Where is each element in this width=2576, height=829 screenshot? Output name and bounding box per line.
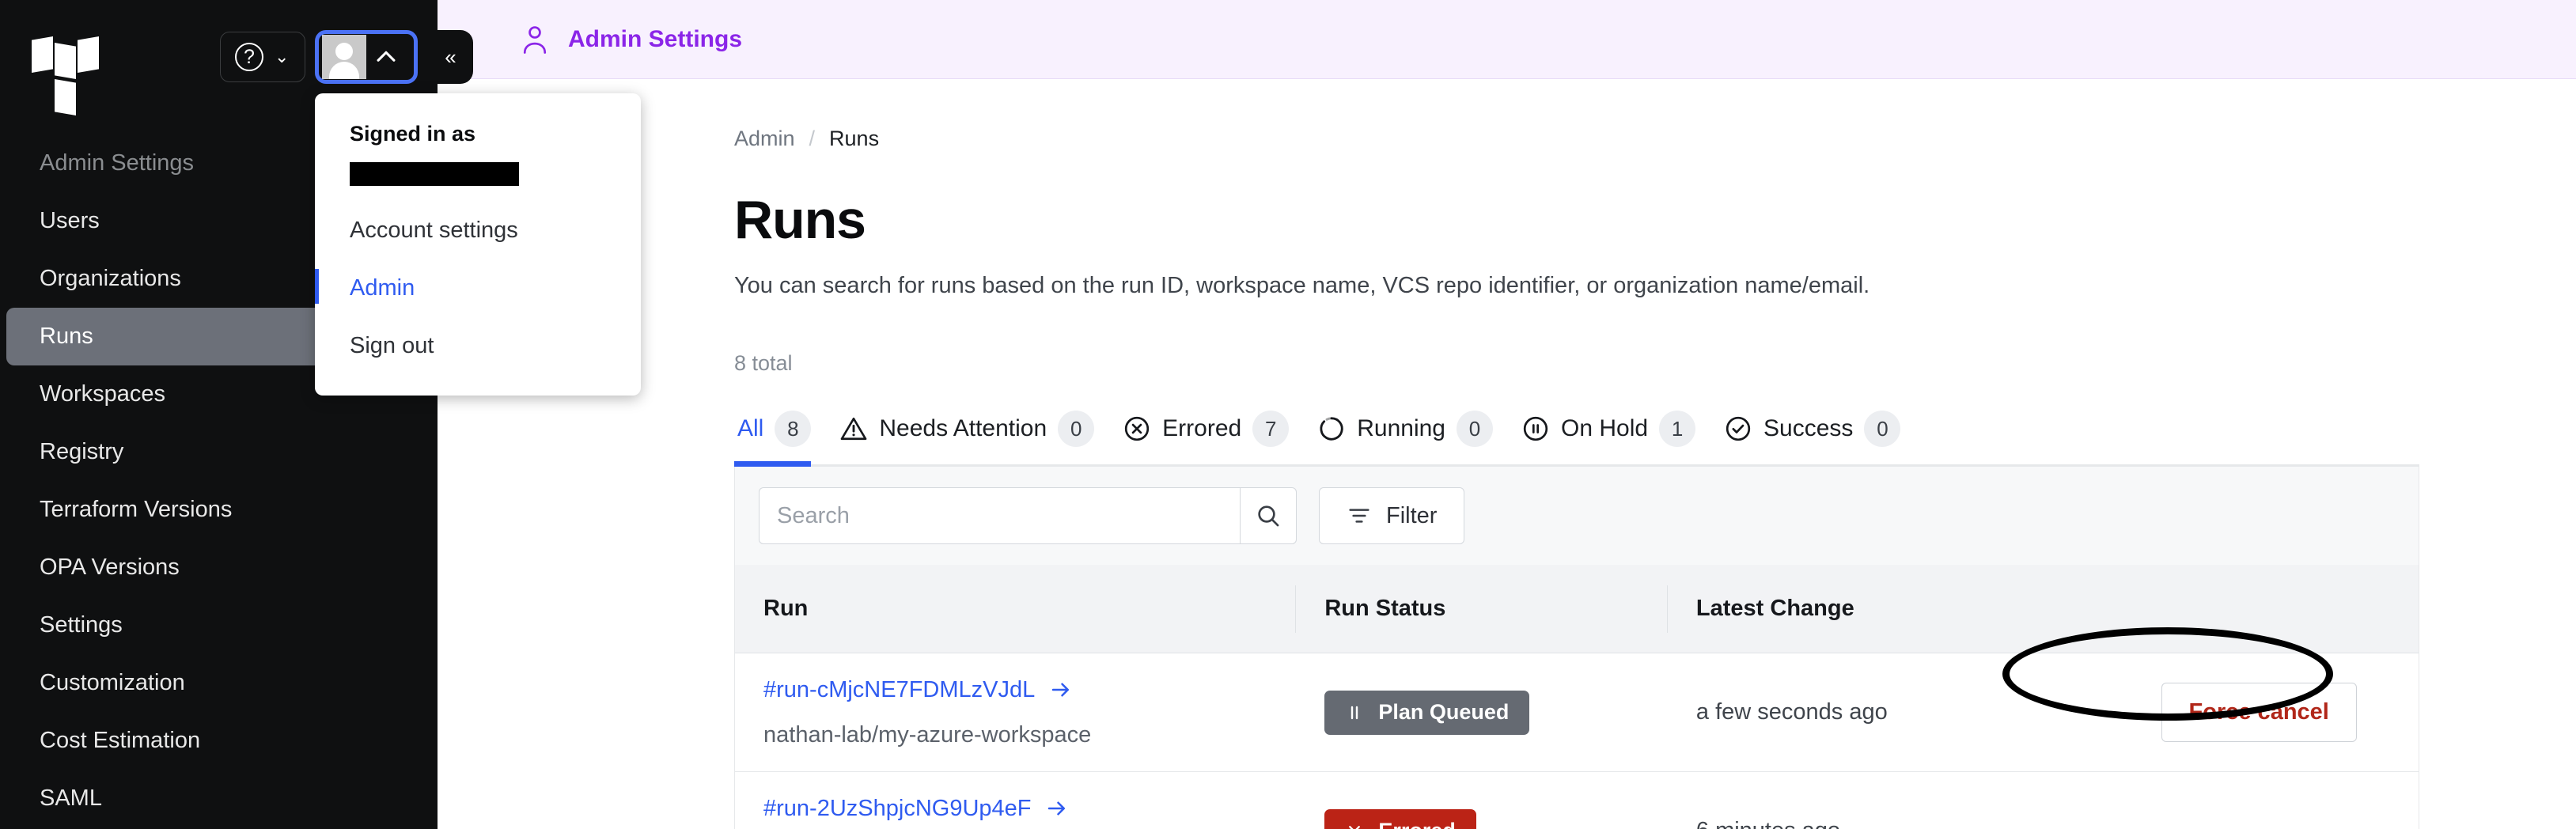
admin-settings-banner-label: Admin Settings	[568, 26, 742, 53]
breadcrumb-runs: Runs	[829, 127, 879, 151]
x-circle-icon	[1123, 414, 1151, 443]
help-menu-button[interactable]: ? ⌄	[220, 32, 305, 82]
tab-on-hold[interactable]: On Hold 1	[1513, 411, 1716, 464]
terraform-logo-icon[interactable]	[32, 27, 93, 93]
run-id-label: #run-cMjcNE7FDMLzVJdL	[763, 677, 1035, 703]
column-header-run-status: Run Status	[1296, 585, 1668, 633]
table-toolbar: Filter	[734, 467, 2419, 565]
tab-running[interactable]: Running 0	[1309, 411, 1513, 464]
search-submit-button[interactable]	[1240, 487, 1297, 544]
person-icon	[521, 24, 549, 55]
table-header-row: Run Run Status Latest Change	[735, 565, 2419, 653]
tab-all-label: All	[737, 415, 763, 442]
signed-in-as-label: Signed in as	[315, 114, 641, 156]
tab-on-hold-count: 1	[1659, 411, 1695, 447]
page-description: You can search for runs based on the run…	[734, 273, 2576, 299]
filter-button[interactable]: Filter	[1319, 487, 1464, 544]
tab-errored-label: Errored	[1162, 415, 1241, 442]
run-cell: #run-2UzShpjcNG9Up4eF nathan-lab/my-azur…	[735, 796, 1296, 829]
search-group	[759, 487, 1297, 544]
sidebar-item-registry[interactable]: Registry	[6, 423, 431, 481]
pause-icon	[1345, 703, 1364, 722]
status-badge-label: Errored	[1378, 819, 1456, 829]
page-title: Runs	[734, 189, 2576, 251]
run-cell: #run-cMjcNE7FDMLzVJdL nathan-lab/my-azur…	[735, 677, 1296, 748]
check-circle-icon	[1724, 414, 1752, 443]
avatar	[322, 35, 366, 79]
arrow-right-icon	[1045, 797, 1069, 820]
status-tabs: All 8 Needs Attention 0 Errored 7	[734, 411, 2419, 467]
username-redacted	[350, 162, 519, 186]
main-content: Admin / Runs Runs You can search for run…	[438, 79, 2576, 829]
menu-item-sign-out[interactable]: Sign out	[315, 317, 641, 375]
tab-all-count: 8	[775, 411, 811, 447]
tab-on-hold-label: On Hold	[1561, 415, 1648, 442]
workspace-label: nathan-lab/my-azure-workspace	[763, 722, 1296, 748]
sidebar-item-cost-estimation[interactable]: Cost Estimation	[6, 712, 431, 770]
status-badge: Plan Queued	[1324, 691, 1529, 735]
force-cancel-button[interactable]: Force cancel	[2161, 683, 2357, 742]
status-badge: Errored	[1324, 809, 1476, 829]
breadcrumb-admin[interactable]: Admin	[734, 127, 795, 151]
tab-errored[interactable]: Errored 7	[1115, 411, 1309, 464]
run-link[interactable]: #run-2UzShpjcNG9Up4eF	[763, 796, 1296, 822]
tab-needs-attention-count: 0	[1058, 411, 1094, 447]
latest-change-cell: a few seconds ago	[1668, 699, 2071, 725]
menu-item-account-settings[interactable]: Account settings	[315, 202, 641, 259]
sidebar-item-settings[interactable]: Settings	[6, 596, 431, 654]
column-header-latest-change: Latest Change	[1668, 585, 2419, 633]
tab-needs-attention-label: Needs Attention	[879, 415, 1047, 442]
header-controls: ? ⌄ «	[220, 30, 473, 84]
sidebar-item-terraform-versions[interactable]: Terraform Versions	[6, 481, 431, 539]
tab-running-count: 0	[1457, 411, 1493, 447]
tab-all[interactable]: All 8	[734, 411, 832, 464]
warning-triangle-icon	[839, 414, 868, 443]
arrow-right-icon	[1049, 678, 1073, 702]
sidebar-item-customization[interactable]: Customization	[6, 654, 431, 712]
tab-running-label: Running	[1357, 415, 1445, 442]
row-actions-cell: Force cancel	[2070, 683, 2419, 742]
tab-needs-attention[interactable]: Needs Attention 0	[832, 411, 1115, 464]
tab-success-label: Success	[1763, 415, 1853, 442]
tab-success[interactable]: Success 0	[1716, 411, 1921, 464]
status-badge-label: Plan Queued	[1378, 700, 1509, 725]
runs-table: Run Run Status Latest Change #run-cMjcNE…	[734, 565, 2419, 829]
run-id-label: #run-2UzShpjcNG9Up4eF	[763, 796, 1031, 822]
pause-circle-icon	[1521, 414, 1550, 443]
filter-icon	[1347, 503, 1372, 528]
collapse-sidebar-button[interactable]: «	[427, 30, 473, 84]
spinner-icon	[1317, 414, 1346, 443]
breadcrumb-separator: /	[809, 127, 816, 151]
column-header-run: Run	[735, 585, 1296, 633]
tab-errored-count: 7	[1252, 411, 1289, 447]
x-icon	[1345, 822, 1364, 829]
total-count: 8 total	[734, 351, 2576, 376]
chevron-down-icon: ⌄	[275, 48, 289, 66]
latest-change-cell: 6 minutes ago	[1668, 818, 2071, 829]
menu-item-admin[interactable]: Admin	[315, 259, 641, 317]
search-icon	[1255, 502, 1282, 529]
run-status-cell: Plan Queued	[1296, 691, 1668, 735]
run-link[interactable]: #run-cMjcNE7FDMLzVJdL	[763, 677, 1296, 703]
user-dropdown-menu: Signed in as Account settings Admin Sign…	[315, 93, 641, 396]
table-row: #run-2UzShpjcNG9Up4eF nathan-lab/my-azur…	[735, 772, 2419, 829]
table-row: #run-cMjcNE7FDMLzVJdL nathan-lab/my-azur…	[735, 653, 2419, 772]
tab-success-count: 0	[1864, 411, 1900, 447]
breadcrumb: Admin / Runs	[734, 127, 2576, 151]
admin-settings-banner: Admin Settings	[438, 0, 2576, 79]
user-menu-button[interactable]	[315, 30, 418, 84]
chevron-up-icon	[373, 44, 400, 70]
latest-change-label: 6 minutes ago	[1696, 818, 1840, 829]
sidebar-item-opa-versions[interactable]: OPA Versions	[6, 539, 431, 596]
run-status-cell: Errored	[1296, 809, 1668, 829]
latest-change-label: a few seconds ago	[1696, 699, 1888, 725]
question-circle-icon: ?	[235, 43, 263, 71]
search-input[interactable]	[759, 487, 1240, 544]
filter-button-label: Filter	[1386, 503, 1437, 529]
sidebar-item-saml[interactable]: SAML	[6, 770, 431, 827]
